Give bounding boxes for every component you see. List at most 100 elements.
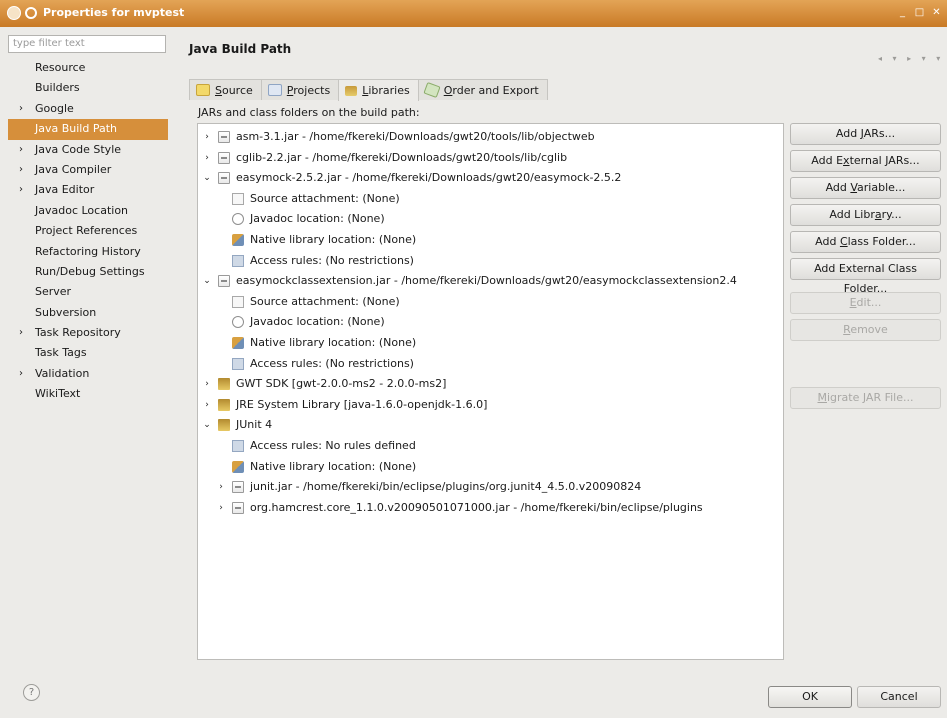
window-menu-icon[interactable] — [25, 7, 37, 19]
button-label-prefix: Add — [825, 181, 851, 194]
sidebar-item-validation[interactable]: › Validation — [8, 364, 172, 384]
sidebar-item-label: Run/Debug Settings — [35, 264, 145, 278]
tree-row[interactable]: Native library location: (None) — [215, 230, 416, 250]
add-variable-button[interactable]: Add Variable... — [790, 177, 941, 199]
sidebar-item-google[interactable]: › Google — [8, 99, 172, 119]
chevron-right-icon[interactable]: › — [201, 127, 213, 147]
add-jars-button[interactable]: Add JARs... — [790, 123, 941, 145]
build-path-tabs: Source Projects Libraries Order and Export — [189, 79, 548, 101]
sidebar-item-label: Google — [35, 101, 74, 115]
tree-row[interactable]: › GWT SDK [gwt-2.0.0-ms2 - 2.0.0-ms2] — [201, 374, 446, 394]
minimize-button[interactable]: _ — [896, 6, 909, 19]
libraries-tree[interactable]: › asm-3.1.jar - /home/fkereki/Downloads/g… — [197, 123, 784, 660]
sidebar-item-refactoring-history[interactable]: Refactoring History — [8, 242, 172, 262]
source-folder-icon — [196, 84, 210, 96]
sidebar-item-label: Resource — [35, 61, 86, 74]
help-icon[interactable]: ? — [23, 684, 40, 701]
jar-icon — [218, 172, 230, 185]
chevron-right-icon[interactable]: › — [19, 364, 23, 384]
tree-row[interactable]: › junit.jar - /home/fkereki/bin/eclipse/p… — [215, 477, 641, 497]
ok-button[interactable]: OK — [768, 686, 852, 708]
jar-icon — [232, 501, 244, 514]
sidebar-item-label: Task Repository — [35, 326, 121, 340]
sidebar-item-resource[interactable]: Resource — [8, 58, 172, 78]
chevron-right-icon[interactable]: › — [19, 140, 23, 160]
source-attachment-icon — [232, 295, 244, 308]
edit-button[interactable]: Edit... — [790, 292, 941, 314]
remove-button[interactable]: Remove — [790, 319, 941, 341]
javadoc-icon — [232, 213, 244, 226]
jar-icon — [218, 151, 230, 164]
tab-source[interactable]: Source — [189, 79, 262, 100]
sidebar-item-builders[interactable]: Builders — [8, 78, 172, 98]
tab-label: Projects — [287, 81, 330, 100]
button-label-mnemonic: E — [849, 296, 857, 309]
add-external-jars-button[interactable]: Add External JARs... — [790, 150, 941, 172]
button-label-suffix: ariable... — [857, 181, 906, 194]
tab-label-suffix: rder and Export — [452, 83, 539, 97]
sidebar-item-java-editor[interactable]: › Java Editor — [8, 180, 172, 200]
sidebar-item-label: Java Editor — [35, 183, 95, 197]
tree-row[interactable]: Access rules: No rules defined — [215, 436, 416, 456]
button-label-suffix: igrate JAR File... — [827, 391, 914, 404]
tree-row[interactable]: ⌄ JUnit 4 — [201, 415, 272, 435]
tree-row[interactable]: Native library location: (None) — [215, 333, 416, 353]
chevron-right-icon[interactable]: › — [19, 180, 23, 200]
tree-row[interactable]: Javadoc location: (None) — [215, 209, 385, 229]
migrate-jar-file-button[interactable]: Migrate JAR File... — [790, 387, 941, 409]
chevron-down-icon[interactable]: ⌄ — [201, 168, 213, 188]
tree-row[interactable]: ⌄ easymock-2.5.2.jar - /home/fkereki/Down… — [201, 168, 621, 188]
add-library-button[interactable]: Add Library... — [790, 204, 941, 226]
cancel-button[interactable]: Cancel — [857, 686, 941, 708]
tree-row[interactable]: Access rules: (No restrictions) — [215, 354, 414, 374]
button-label-prefix: Add — [815, 235, 840, 248]
sidebar-item-task-tags[interactable]: Task Tags — [8, 343, 172, 363]
page-navigation-arrows[interactable]: ◂ ▾ ▸ ▾ ▾ — [878, 54, 944, 63]
tree-row[interactable]: › JRE System Library [java-1.6.0-openjdk-… — [201, 395, 487, 415]
sidebar-item-server[interactable]: Server — [8, 282, 172, 302]
sidebar-item-task-repository[interactable]: › Task Repository — [8, 323, 172, 343]
tab-libraries[interactable]: Libraries — [338, 79, 419, 101]
chevron-down-icon[interactable]: ⌄ — [201, 415, 213, 435]
chevron-right-icon[interactable]: › — [201, 374, 213, 394]
sidebar-item-javadoc-location[interactable]: Javadoc Location — [8, 201, 172, 221]
tree-row[interactable]: Source attachment: (None) — [215, 292, 400, 312]
sidebar-item-java-code-style[interactable]: › Java Code Style — [8, 140, 172, 160]
tree-row[interactable]: › asm-3.1.jar - /home/fkereki/Downloads/g… — [201, 127, 595, 147]
chevron-right-icon[interactable]: › — [201, 395, 213, 415]
sidebar-item-label: Java Code Style — [35, 142, 122, 156]
sidebar-item-wikitext[interactable]: WikiText — [8, 384, 172, 404]
tree-row-label: Source attachment: (None) — [250, 191, 400, 205]
tree-row[interactable]: › cglib-2.2.jar - /home/fkereki/Downloads… — [201, 148, 567, 168]
tree-row-label: Access rules: (No restrictions) — [250, 253, 414, 267]
tree-row[interactable]: ⌄ easymockclassextension.jar - /home/fker… — [201, 271, 737, 291]
button-label-suffix: lass Folder... — [847, 235, 916, 248]
add-external-class-folder-button[interactable]: Add External Class Folder... — [790, 258, 941, 295]
tree-row[interactable]: Javadoc location: (None) — [215, 312, 385, 332]
chevron-right-icon[interactable]: › — [215, 498, 227, 518]
tab-order-and-export[interactable]: Order and Export — [417, 79, 548, 100]
filter-input[interactable]: type filter text — [8, 35, 166, 53]
sidebar-item-java-build-path[interactable]: Java Build Path — [8, 119, 168, 140]
native-library-icon — [232, 460, 244, 473]
tree-row[interactable]: Access rules: (No restrictions) — [215, 251, 414, 271]
close-button[interactable]: ✕ — [930, 6, 943, 19]
chevron-right-icon[interactable]: › — [201, 148, 213, 168]
sidebar-item-run-debug-settings[interactable]: Run/Debug Settings — [8, 262, 172, 282]
tree-row-label: cglib-2.2.jar - /home/fkereki/Downloads/… — [236, 150, 568, 164]
tree-row[interactable]: Native library location: (None) — [215, 457, 416, 477]
add-class-folder-button[interactable]: Add Class Folder... — [790, 231, 941, 253]
chevron-right-icon[interactable]: › — [19, 160, 23, 180]
chevron-down-icon[interactable]: ⌄ — [201, 271, 213, 291]
chevron-right-icon[interactable]: › — [19, 99, 23, 119]
sidebar-item-subversion[interactable]: Subversion — [8, 303, 172, 323]
sidebar-item-java-compiler[interactable]: › Java Compiler — [8, 160, 172, 180]
tree-row[interactable]: Source attachment: (None) — [215, 189, 400, 209]
sidebar-item-project-references[interactable]: Project References — [8, 221, 172, 241]
tab-projects[interactable]: Projects — [260, 79, 340, 100]
tree-row[interactable]: › org.hamcrest.core_1.1.0.v20090501071000… — [215, 498, 703, 518]
native-library-icon — [232, 234, 244, 246]
chevron-right-icon[interactable]: › — [19, 323, 23, 343]
chevron-right-icon[interactable]: › — [215, 477, 227, 497]
maximize-button[interactable]: □ — [913, 6, 926, 19]
